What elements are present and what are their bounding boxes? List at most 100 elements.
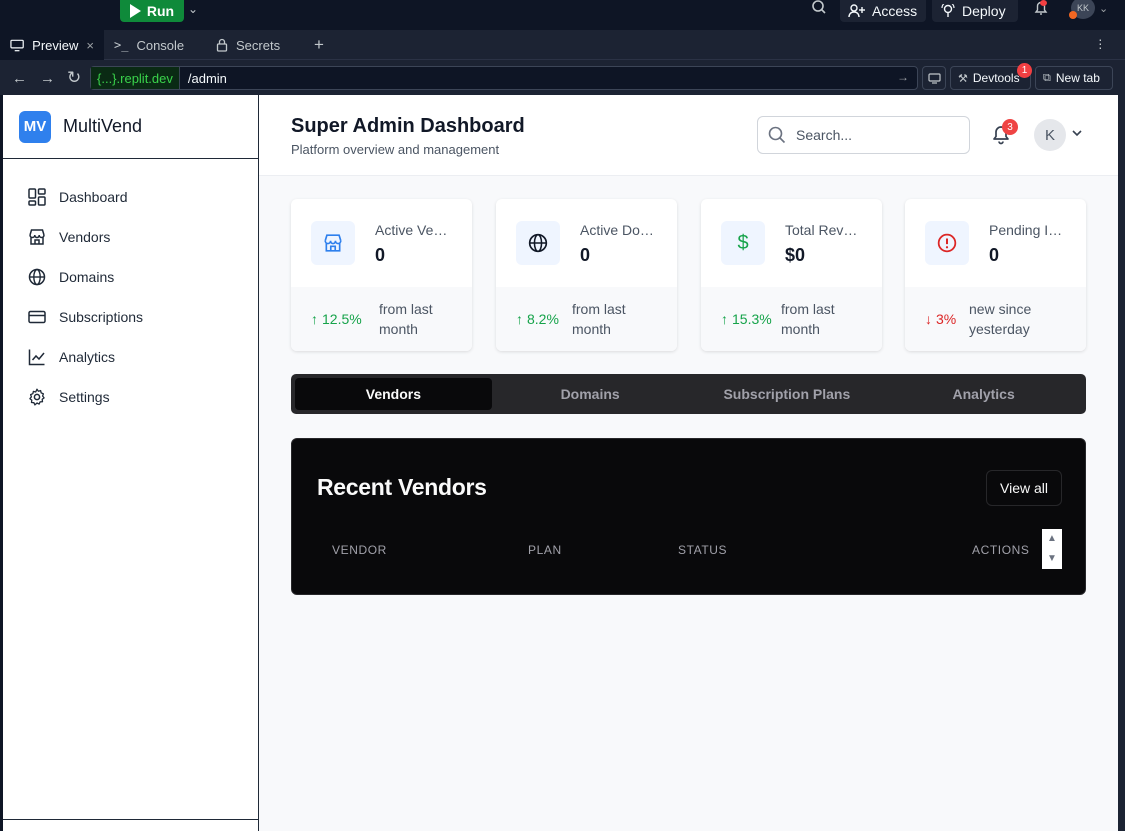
sidebar-item-label: Dashboard (59, 189, 128, 205)
forward-arrow-icon[interactable]: → (40, 70, 55, 87)
column-header-plan[interactable]: PLAN (528, 543, 562, 557)
tab-subscription-plans[interactable]: Subscription Plans (689, 378, 886, 410)
stat-delta-value: 8.2% (527, 311, 559, 327)
new-tab-button[interactable]: ⧉ New tab (1035, 66, 1113, 90)
stat-card-total-revenue[interactable]: $ Total Revenue $0 ↑15.3% from last mont… (701, 199, 882, 351)
tab-analytics[interactable]: Analytics (885, 378, 1082, 410)
search-icon[interactable] (810, 0, 828, 16)
monitor-icon (10, 39, 24, 51)
tab-preview-label: Preview (32, 37, 79, 53)
sidebar-item-dashboard[interactable]: Dashboard (3, 177, 258, 217)
arrow-up-icon: ↑ (516, 311, 523, 327)
go-arrow-icon[interactable]: → (897, 70, 909, 84)
replit-topbar: Run ⌄ Access Deploy KK ⌄ (0, 0, 1125, 30)
sidebar-footer-divider (3, 819, 259, 820)
stat-delta-value: 3% (936, 311, 957, 327)
tab-domains[interactable]: Domains (492, 378, 689, 410)
store-icon (311, 221, 355, 265)
search-input[interactable] (796, 127, 946, 143)
line-chart-icon (27, 347, 47, 367)
stat-card-pending-issues[interactable]: Pending Issues 0 ↓3% new since yesterday (905, 199, 1086, 351)
notification-dot (1040, 0, 1047, 6)
sidebar-item-analytics[interactable]: Analytics (3, 337, 258, 377)
deploy-button[interactable]: Deploy (932, 0, 1018, 22)
url-path: /admin (187, 70, 227, 86)
arrow-up-icon: ↑ (721, 311, 728, 327)
tab-preview[interactable]: Preview × (0, 30, 104, 60)
tab-console-label: Console (136, 37, 185, 53)
account-chevron-icon[interactable]: ⌄ (1099, 2, 1108, 15)
store-icon (27, 227, 47, 247)
sidebar-item-settings[interactable]: Settings (3, 377, 258, 417)
tab-vendors[interactable]: Vendors (295, 378, 492, 410)
tab-secrets-label: Secrets (236, 37, 281, 53)
table-scrollbar[interactable]: ▲ ▼ (1042, 529, 1062, 569)
sidebar-item-subscriptions[interactable]: Subscriptions (3, 297, 258, 337)
close-icon[interactable]: × (86, 38, 94, 53)
monitor-icon (927, 72, 941, 84)
deploy-label: Deploy (962, 3, 1006, 19)
stat-cards: Active Vendors 0 ↑12.5% from last month … (291, 199, 1086, 351)
stat-label: Active Domains (580, 222, 660, 238)
sidebar-item-label: Settings (59, 389, 110, 405)
new-tab-label: New tab (1055, 71, 1100, 85)
view-all-button[interactable]: View all (986, 470, 1062, 506)
wrench-icon: ⚒ (958, 72, 968, 85)
access-button[interactable]: Access (840, 0, 926, 22)
alert-circle-icon (925, 221, 969, 265)
run-label: Run (146, 3, 175, 19)
tab-secrets[interactable]: Secrets (206, 30, 306, 60)
stat-label: Active Vendors (375, 222, 455, 238)
external-link-icon: ⧉ (1043, 71, 1051, 84)
stat-delta-note: from last month (572, 301, 626, 337)
search-box[interactable] (757, 116, 970, 154)
column-header-actions[interactable]: ACTIONS (972, 543, 1030, 557)
brand-name: MultiVend (63, 116, 143, 136)
avatar[interactable]: K (1034, 119, 1066, 151)
reload-icon[interactable]: ↻ (67, 68, 81, 88)
column-header-vendor[interactable]: VENDOR (332, 543, 387, 557)
scroll-down-icon[interactable]: ▼ (1047, 554, 1057, 564)
stat-delta: ↑ 8.2% (516, 311, 572, 327)
stat-delta: ↓ 3% (925, 311, 969, 327)
scroll-up-icon[interactable]: ▲ (1047, 534, 1057, 544)
new-tab-plus-icon[interactable]: + (314, 35, 324, 55)
stat-card-active-vendors[interactable]: Active Vendors 0 ↑12.5% from last month (291, 199, 472, 351)
arrow-up-icon: ↑ (311, 311, 318, 327)
user-status-dot (1069, 11, 1077, 19)
run-options-chevron-icon[interactable]: ⌄ (188, 2, 198, 16)
dollar-icon: $ (721, 221, 765, 265)
arrow-down-icon: ↓ (925, 311, 932, 327)
column-header-status[interactable]: STATUS (678, 543, 727, 557)
address-field[interactable]: {...}.replit.dev /admin → (90, 66, 918, 90)
stat-delta-note: from last month (379, 301, 433, 337)
back-arrow-icon[interactable]: ← (12, 70, 27, 87)
panel-title: Recent Vendors (317, 474, 487, 500)
brand[interactable]: MV MultiVend (3, 95, 258, 159)
device-preview-button[interactable] (922, 66, 946, 90)
page-subtitle: Platform overview and management (291, 142, 500, 157)
run-button[interactable]: Run (120, 0, 184, 22)
play-icon (129, 4, 141, 18)
stat-delta: ↑ 15.3% (721, 311, 781, 327)
tab-console[interactable]: >_ Console (104, 30, 204, 60)
more-options-icon[interactable]: · · · (1098, 32, 1103, 54)
stat-delta: ↑ 12.5% (311, 311, 371, 327)
notification-count-badge: 3 (1002, 119, 1018, 135)
lock-icon (216, 38, 228, 52)
stat-value: $0 (785, 245, 806, 265)
search-icon (768, 126, 786, 144)
sidebar-item-label: Analytics (59, 349, 116, 365)
terminal-icon: >_ (114, 38, 129, 52)
brand-logo: MV (19, 110, 51, 143)
chevron-down-icon[interactable] (1071, 128, 1083, 138)
page-header: Super Admin Dashboard Platform overview … (259, 95, 1118, 176)
globe-icon (27, 267, 47, 287)
sidebar-item-vendors[interactable]: Vendors (3, 217, 258, 257)
sidebar-item-domains[interactable]: Domains (3, 257, 258, 297)
app-viewport: MV MultiVend Dashboard Vendors Domains S… (0, 95, 1118, 831)
sidebar-item-label: Domains (59, 269, 115, 285)
gear-icon (27, 387, 47, 407)
recent-vendors-panel: Recent Vendors View all VENDOR PLAN STAT… (291, 438, 1086, 595)
stat-card-active-domains[interactable]: Active Domains 0 ↑8.2% from last month (496, 199, 677, 351)
